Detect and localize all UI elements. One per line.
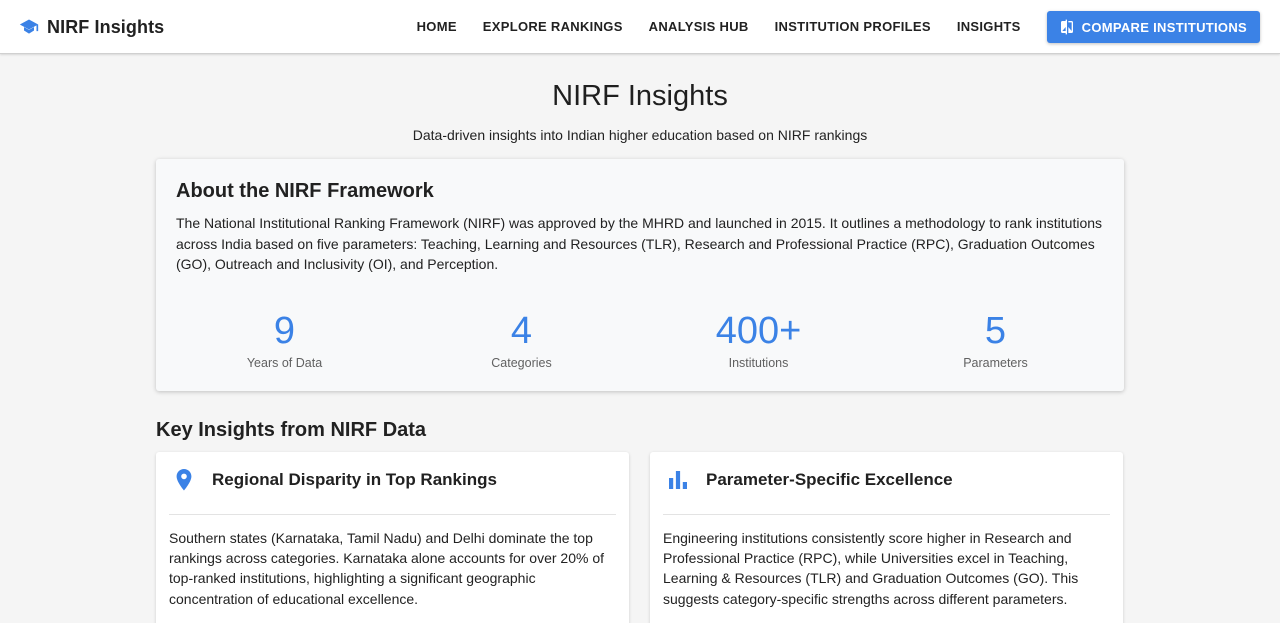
about-title: About the NIRF Framework [176,180,434,202]
insights-section-title: Key Insights from NIRF Data [156,419,427,441]
stat-parameters: 5 Parameters [877,309,1114,370]
brand-logo[interactable]: NIRF Insights [19,15,164,39]
stat-categories: 4 Categories [403,309,640,370]
divider [663,514,1110,515]
stat-value: 5 [984,310,1007,352]
stat-value: 9 [273,310,296,352]
graduation-cap-icon [19,17,39,37]
brand-name: NIRF Insights [47,16,165,37]
stat-value: 4 [510,310,533,352]
stat-label: Years of Data [246,356,323,370]
stat-label: Parameters [963,356,1028,370]
nav-institution-profiles[interactable]: INSTITUTION PROFILES [762,11,944,43]
nav-insights[interactable]: INSIGHTS [944,11,1034,43]
main-nav: HOME EXPLORE RANKINGS ANALYSIS HUB INSTI… [404,11,1260,43]
insight-title: Parameter-Specific Excellence [706,470,953,489]
stat-label: Institutions [728,356,789,370]
stat-years: 9 Years of Data [166,309,403,370]
insight-card-parameter-excellence: Parameter-Specific Excellence Engineerin… [650,452,1123,623]
stat-value: 400+ [715,310,802,352]
divider [169,514,616,515]
location-pin-icon [172,467,196,493]
app-header: NIRF Insights HOME EXPLORE RANKINGS ANAL… [0,0,1280,54]
compare-button-label: COMPARE INSTITUTIONS [1081,19,1247,35]
insight-text: Engineering institutions consistently sc… [663,530,1079,607]
compare-institutions-button[interactable]: COMPARE INSTITUTIONS [1046,11,1260,43]
insight-title: Regional Disparity in Top Rankings [212,470,497,489]
bar-chart-icon [666,467,690,493]
compare-icon [1059,19,1075,35]
nav-analysis-hub[interactable]: ANALYSIS HUB [636,11,762,43]
stat-label: Categories [491,356,552,370]
insight-card-regional-disparity: Regional Disparity in Top Rankings South… [156,452,629,623]
page-title: NIRF Insights [552,80,728,112]
nav-home[interactable]: HOME [404,11,470,43]
page-subtitle: Data-driven insights into Indian higher … [412,127,868,143]
stat-institutions: 400+ Institutions [640,309,877,370]
insight-text: Southern states (Karnataka, Tamil Nadu) … [169,530,605,607]
about-description: The National Institutional Ranking Frame… [176,215,1103,272]
about-card: About the NIRF Framework The National In… [156,159,1124,391]
nav-explore-rankings[interactable]: EXPLORE RANKINGS [470,11,636,43]
stats-row: 9 Years of Data 4 Categories 400+ Instit… [166,309,1114,370]
